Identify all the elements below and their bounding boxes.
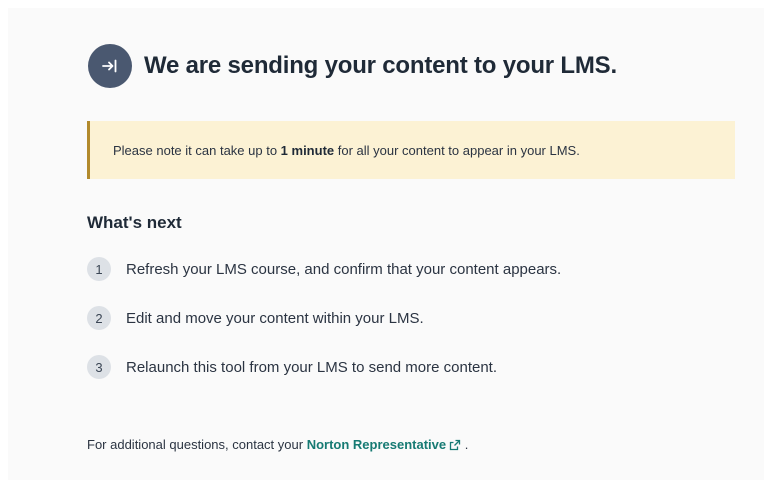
step-text: Refresh your LMS course, and confirm tha…: [126, 260, 562, 278]
footer-prefix: For additional questions, contact your: [87, 437, 307, 452]
footer-suffix: .: [461, 437, 469, 452]
page-header: We are sending your content to your LMS.: [88, 44, 617, 88]
notice-text-after: for all your content to appear in your L…: [334, 142, 580, 158]
list-item: 1 Refresh your LMS course, and confirm t…: [87, 257, 561, 281]
link-label: Norton Representative: [306, 437, 447, 452]
next-steps-list: 1 Refresh your LMS course, and confirm t…: [87, 257, 561, 404]
step-text: Relaunch this tool from your LMS to send…: [126, 358, 498, 376]
norton-representative-link[interactable]: Norton Representative: [307, 437, 461, 452]
sign-in-arrow-icon: [88, 44, 132, 88]
notice-text-before: Please note it can take up to: [113, 142, 281, 158]
step-number-badge: 1: [87, 257, 111, 281]
notice-text: Please note it can take up to 1 minute f…: [113, 143, 580, 158]
step-number-badge: 3: [87, 355, 111, 379]
notice-duration: 1 minute: [280, 142, 335, 158]
contact-footer: For additional questions, contact your N…: [87, 437, 468, 452]
list-item: 2 Edit and move your content within your…: [87, 306, 561, 330]
step-number-badge: 2: [87, 306, 111, 330]
list-item: 3 Relaunch this tool from your LMS to se…: [87, 355, 561, 379]
whats-next-heading: What's next: [87, 213, 182, 232]
page-title: We are sending your content to your LMS.: [144, 52, 617, 79]
external-link-icon: [449, 439, 461, 451]
timing-notice: Please note it can take up to 1 minute f…: [87, 121, 735, 179]
content-panel: We are sending your content to your LMS.…: [8, 8, 764, 480]
step-text: Edit and move your content within your L…: [126, 309, 424, 327]
